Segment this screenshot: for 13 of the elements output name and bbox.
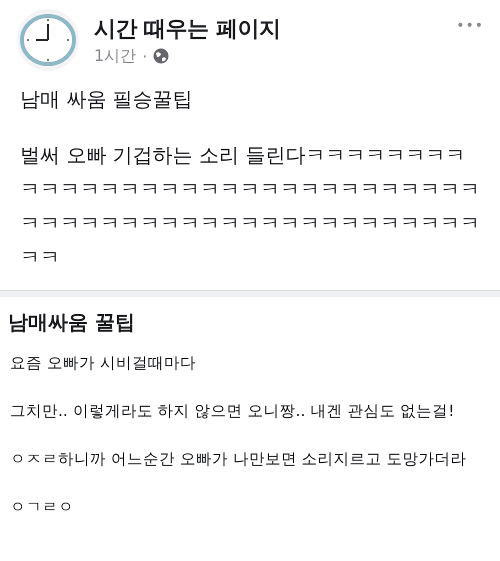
attachment-title: 남매싸움 꿀팁 [8,309,136,336]
globe-icon [153,48,170,64]
attachment-text: ㅇㄱㄹㅇ [9,497,75,518]
attachment-text: 그치만.. 이렇게라도 하지 않으면 오니짱.. 내겐 관심도 없는걸! [9,401,456,422]
separator-dot: · [142,46,148,66]
post-text: 남매 싸움 필승꿀팁 [20,86,194,113]
clock-icon[interactable] [16,8,80,72]
more-options-button[interactable]: ••• [456,18,484,34]
post-time[interactable]: 1시간 [94,46,136,66]
attachment-text: ㅇㅈㄹ하니까 어느순간 오빠가 나만보면 소리지르고 도망가더라 [9,449,468,470]
post-text: 벌써 오빠 기겁하는 소리 들린다ㅋㅋㅋㅋㅋㅋㅋㅋㅋㅋㅋㅋㅋㅋㅋㅋㅋㅋㅋㅋㅋㅋㅋㅋㅋㅋㅋㅋㅋㅋㅋㅋㅋㅋㅋㅋㅋㅋㅋㅋㅋㅋㅋㅋㅋㅋㅋㅋㅋㅋㅋㅋㅋㅋㅋㅋ [20,142,480,271]
page-name[interactable]: 시간 때우는 페이지 [94,14,442,44]
attachment-text: 요즘 오빠가 시비걸때마다 [9,353,197,374]
